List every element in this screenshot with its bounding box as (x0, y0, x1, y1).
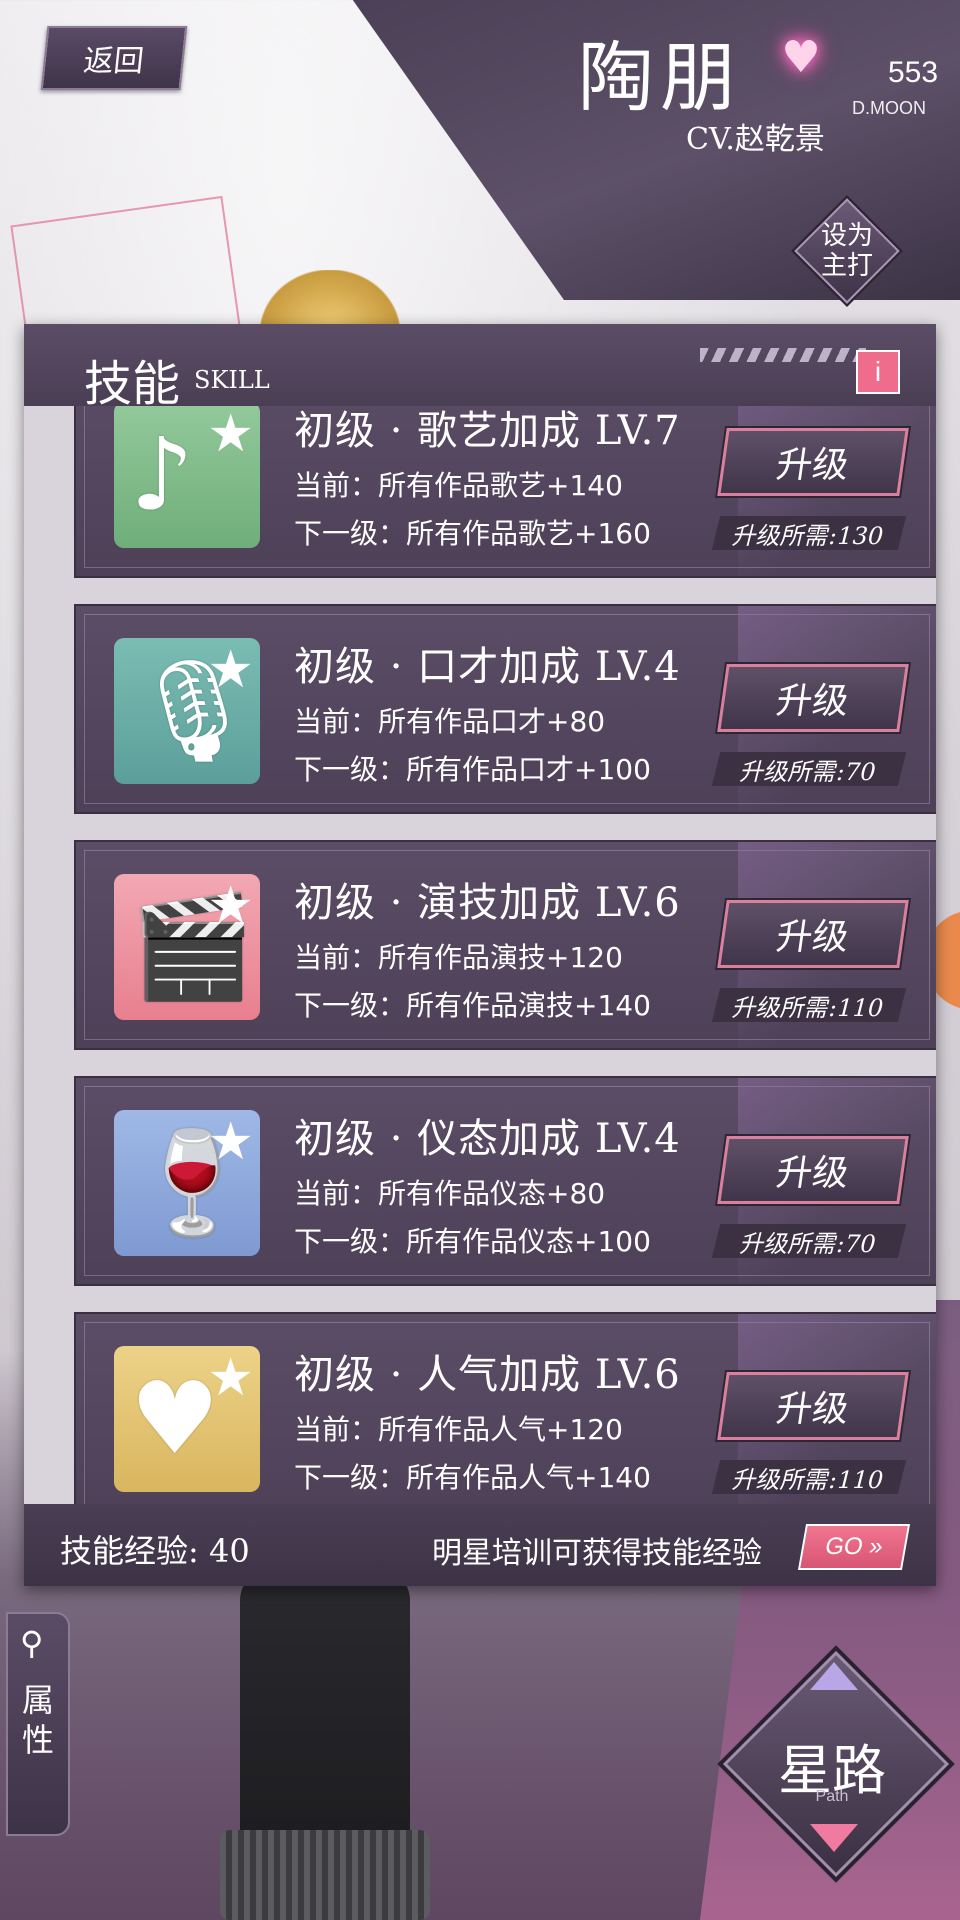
info-icon[interactable]: i (856, 350, 900, 394)
skill-next: 下一级：所有作品演技+140 (294, 989, 651, 1022)
star-icon: ★ (207, 1348, 254, 1408)
skill-card-manner: 🍷 ★ 初级 · 仪态加成 LV.4 当前：所有作品仪态+80 下一级：所有作品… (74, 1076, 936, 1286)
star-road-sub: Path (815, 1788, 849, 1805)
skill-icon: ♪ ★ (114, 406, 260, 548)
panel-title-en: SKILL (194, 366, 270, 394)
fan-label: D.MOON (852, 98, 926, 118)
skill-card-singing: ♪ ★ 初级 · 歌艺加成 LV.7 当前：所有作品歌艺+140 下一级：所有作… (74, 406, 936, 578)
upgrade-cost: 升级所需:110 (711, 988, 907, 1022)
arrow-down-icon (810, 1824, 858, 1852)
voice-actor-label: CV.赵乾景 (686, 122, 825, 157)
upgrade-cost: 升级所需:130 (711, 516, 907, 550)
character-name: 陶朋 (578, 33, 742, 122)
skill-list[interactable]: ♪ ★ 初级 · 歌艺加成 LV.7 当前：所有作品歌艺+140 下一级：所有作… (48, 406, 936, 1504)
set-main-button[interactable]: 设为主打 (790, 194, 904, 308)
skill-next: 下一级：所有作品人气+140 (294, 1461, 651, 1494)
skill-card-eloquence: 🎙 ★ 初级 · 口才加成 LV.4 当前：所有作品口才+80 下一级：所有作品… (74, 604, 936, 814)
upgrade-cost: 升级所需:110 (711, 1460, 907, 1494)
star-icon: ★ (207, 406, 254, 464)
search-icon: ⚲ (20, 1624, 44, 1662)
attribute-tab[interactable]: ⚲ 属性 (6, 1612, 70, 1836)
set-main-label: 设为主打 (820, 221, 873, 281)
attribute-label: 属性 (22, 1681, 55, 1759)
skill-current: 当前：所有作品仪态+80 (294, 1177, 606, 1210)
star-icon: ★ (207, 876, 254, 936)
upgrade-button[interactable]: 升级 (717, 1136, 909, 1204)
upgrade-button[interactable]: 升级 (717, 1372, 909, 1440)
skill-name: 初级 · 歌艺加成 LV.7 (294, 408, 681, 454)
skill-name: 初级 · 口才加成 LV.4 (294, 644, 681, 690)
guitar-icon: ♪ (130, 416, 194, 533)
skill-exp-label: 技能经验: 40 (60, 1532, 250, 1570)
skill-name: 初级 · 演技加成 LV.6 (294, 880, 681, 926)
skill-icon: 🍷 ★ (114, 1110, 260, 1256)
upgrade-button[interactable]: 升级 (717, 664, 909, 732)
upgrade-cost: 升级所需:70 (711, 752, 907, 786)
fan-count: 553 (888, 56, 939, 89)
skill-current: 当前：所有作品人气+120 (294, 1413, 623, 1446)
character-legs (220, 1570, 430, 1920)
panel-header: 技能 SKILL i (24, 324, 936, 412)
skill-icon: 🎬 ★ (114, 874, 260, 1020)
skill-name: 初级 · 人气加成 LV.6 (294, 1352, 681, 1398)
skill-next: 下一级：所有作品口才+100 (294, 753, 651, 786)
star-road-button[interactable]: 星路 Path (712, 1640, 955, 1883)
skill-card-popularity: ♥ ★ 初级 · 人气加成 LV.6 当前：所有作品人气+120 下一级：所有作… (74, 1312, 936, 1504)
skill-current: 当前：所有作品歌艺+140 (294, 469, 623, 502)
training-hint: 明星培训可获得技能经验 (432, 1536, 762, 1571)
skill-next: 下一级：所有作品歌艺+160 (294, 517, 651, 550)
upgrade-button[interactable]: 升级 (717, 900, 909, 968)
go-button[interactable]: GO » (797, 1524, 911, 1570)
back-button[interactable]: 返回 (40, 26, 188, 90)
skill-card-acting: 🎬 ★ 初级 · 演技加成 LV.6 当前：所有作品演技+120 下一级：所有作… (74, 840, 936, 1050)
skill-name: 初级 · 仪态加成 LV.4 (294, 1116, 681, 1162)
arrow-up-icon (810, 1662, 858, 1690)
heart-icon[interactable]: ♥ (776, 32, 826, 83)
star-icon: ★ (207, 1112, 254, 1172)
upgrade-cost: 升级所需:70 (711, 1224, 907, 1258)
skill-next: 下一级：所有作品仪态+100 (294, 1225, 651, 1258)
skill-icon: ♥ ★ (114, 1346, 260, 1492)
header-stripes (700, 348, 866, 362)
skill-current: 当前：所有作品演技+120 (294, 941, 623, 974)
skill-panel: 技能 SKILL i ♪ ★ 初级 · 歌艺加成 LV.7 当前：所有作品歌艺+… (24, 324, 936, 1586)
star-icon: ★ (207, 640, 254, 700)
skill-icon: 🎙 ★ (114, 638, 260, 784)
heart-icon: ♥ (130, 1360, 220, 1477)
panel-footer: 技能经验: 40 明星培训可获得技能经验 GO » (24, 1504, 936, 1586)
panel-title: 技能 (84, 356, 181, 412)
skill-current: 当前：所有作品口才+80 (294, 705, 606, 738)
upgrade-button[interactable]: 升级 (717, 428, 909, 496)
